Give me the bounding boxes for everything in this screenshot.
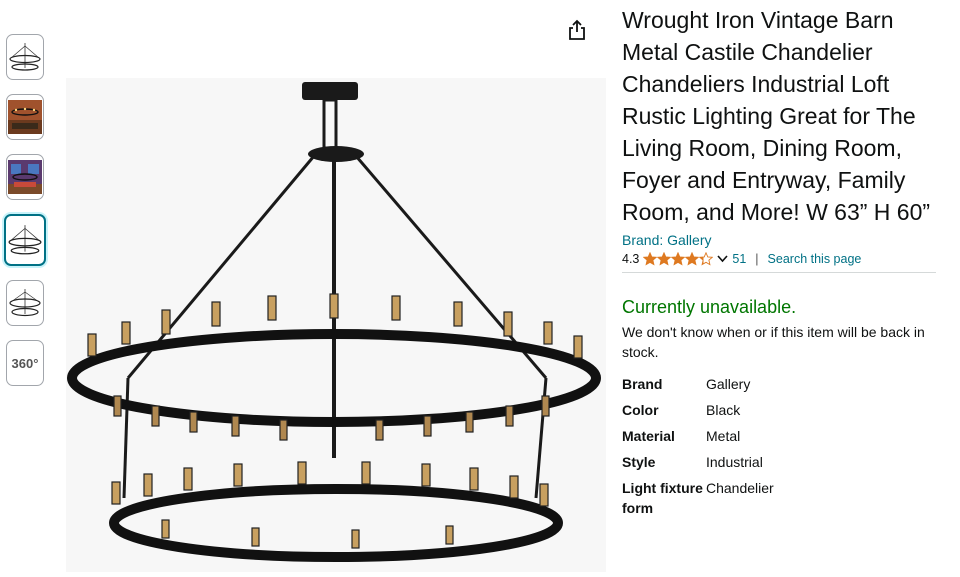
share-icon[interactable] (566, 18, 588, 42)
search-this-page-link[interactable]: Search this page (768, 252, 862, 266)
share-arrow-icon (569, 19, 585, 40)
chandelier-thumb-icon-2 (8, 225, 42, 255)
spec-value: Black (706, 402, 741, 418)
star-icon (671, 252, 686, 266)
star-icon (685, 252, 700, 266)
spec-value: Industrial (706, 454, 763, 470)
spec-value: Metal (706, 428, 741, 444)
star-icon (643, 252, 658, 266)
thumb-chandelier-2[interactable] (4, 214, 46, 266)
thumb-chandelier-1[interactable] (6, 34, 44, 80)
chevron-down-icon[interactable] (717, 255, 728, 263)
star-rating-icon[interactable] (643, 252, 714, 266)
review-count-link[interactable]: 51 (732, 252, 746, 266)
chandelier-thumb-icon-3 (9, 289, 41, 317)
spec-value: Gallery (706, 376, 751, 392)
availability-status: Currently unavailable. (622, 297, 797, 317)
spec-key: Color (622, 402, 659, 418)
thumb-360[interactable]: 360° (6, 340, 44, 386)
chandelier-image (67, 82, 601, 562)
thumbnail-strip: 360° (4, 34, 48, 400)
star-icon (699, 252, 714, 266)
spec-key: Style (622, 454, 656, 470)
spec-key: Material (622, 428, 675, 444)
spec-row: Style Industrial (622, 452, 774, 478)
product-info: Wrought Iron Vintage Barn Metal Castile … (622, 4, 936, 524)
room-scene-thumb-icon (8, 100, 42, 134)
spec-row: Brand Gallery (622, 374, 774, 400)
separator: | (755, 252, 759, 266)
spec-value: Chandelier (706, 480, 774, 496)
star-icon (657, 252, 672, 266)
thumb-chandelier-3[interactable] (6, 280, 44, 326)
room-scene-thumb-icon-2 (8, 160, 42, 194)
availability-note: We don't know when or if this item will … (622, 324, 925, 360)
product-specs-table: Brand Gallery Color Black Material Metal… (622, 374, 774, 524)
thumb-room-scene-2[interactable] (6, 154, 44, 200)
spec-row: Material Metal (622, 426, 774, 452)
spec-key: Light fixture form (622, 480, 703, 516)
rotate-360-icon: 360° (11, 355, 39, 371)
rating-row: 4.3 51 | Search this page (622, 252, 936, 273)
spec-row: Light fixture form Chandelier (622, 478, 774, 524)
rating-value: 4.3 (622, 252, 640, 266)
main-product-image[interactable] (66, 78, 606, 572)
thumb-room-scene-1[interactable] (6, 94, 44, 140)
product-title: Wrought Iron Vintage Barn Metal Castile … (622, 7, 931, 225)
chandelier-thumb-icon (9, 43, 41, 71)
spec-key: Brand (622, 376, 663, 392)
brand-link[interactable]: Brand: Gallery (622, 232, 936, 248)
spec-row: Color Black (622, 400, 774, 426)
